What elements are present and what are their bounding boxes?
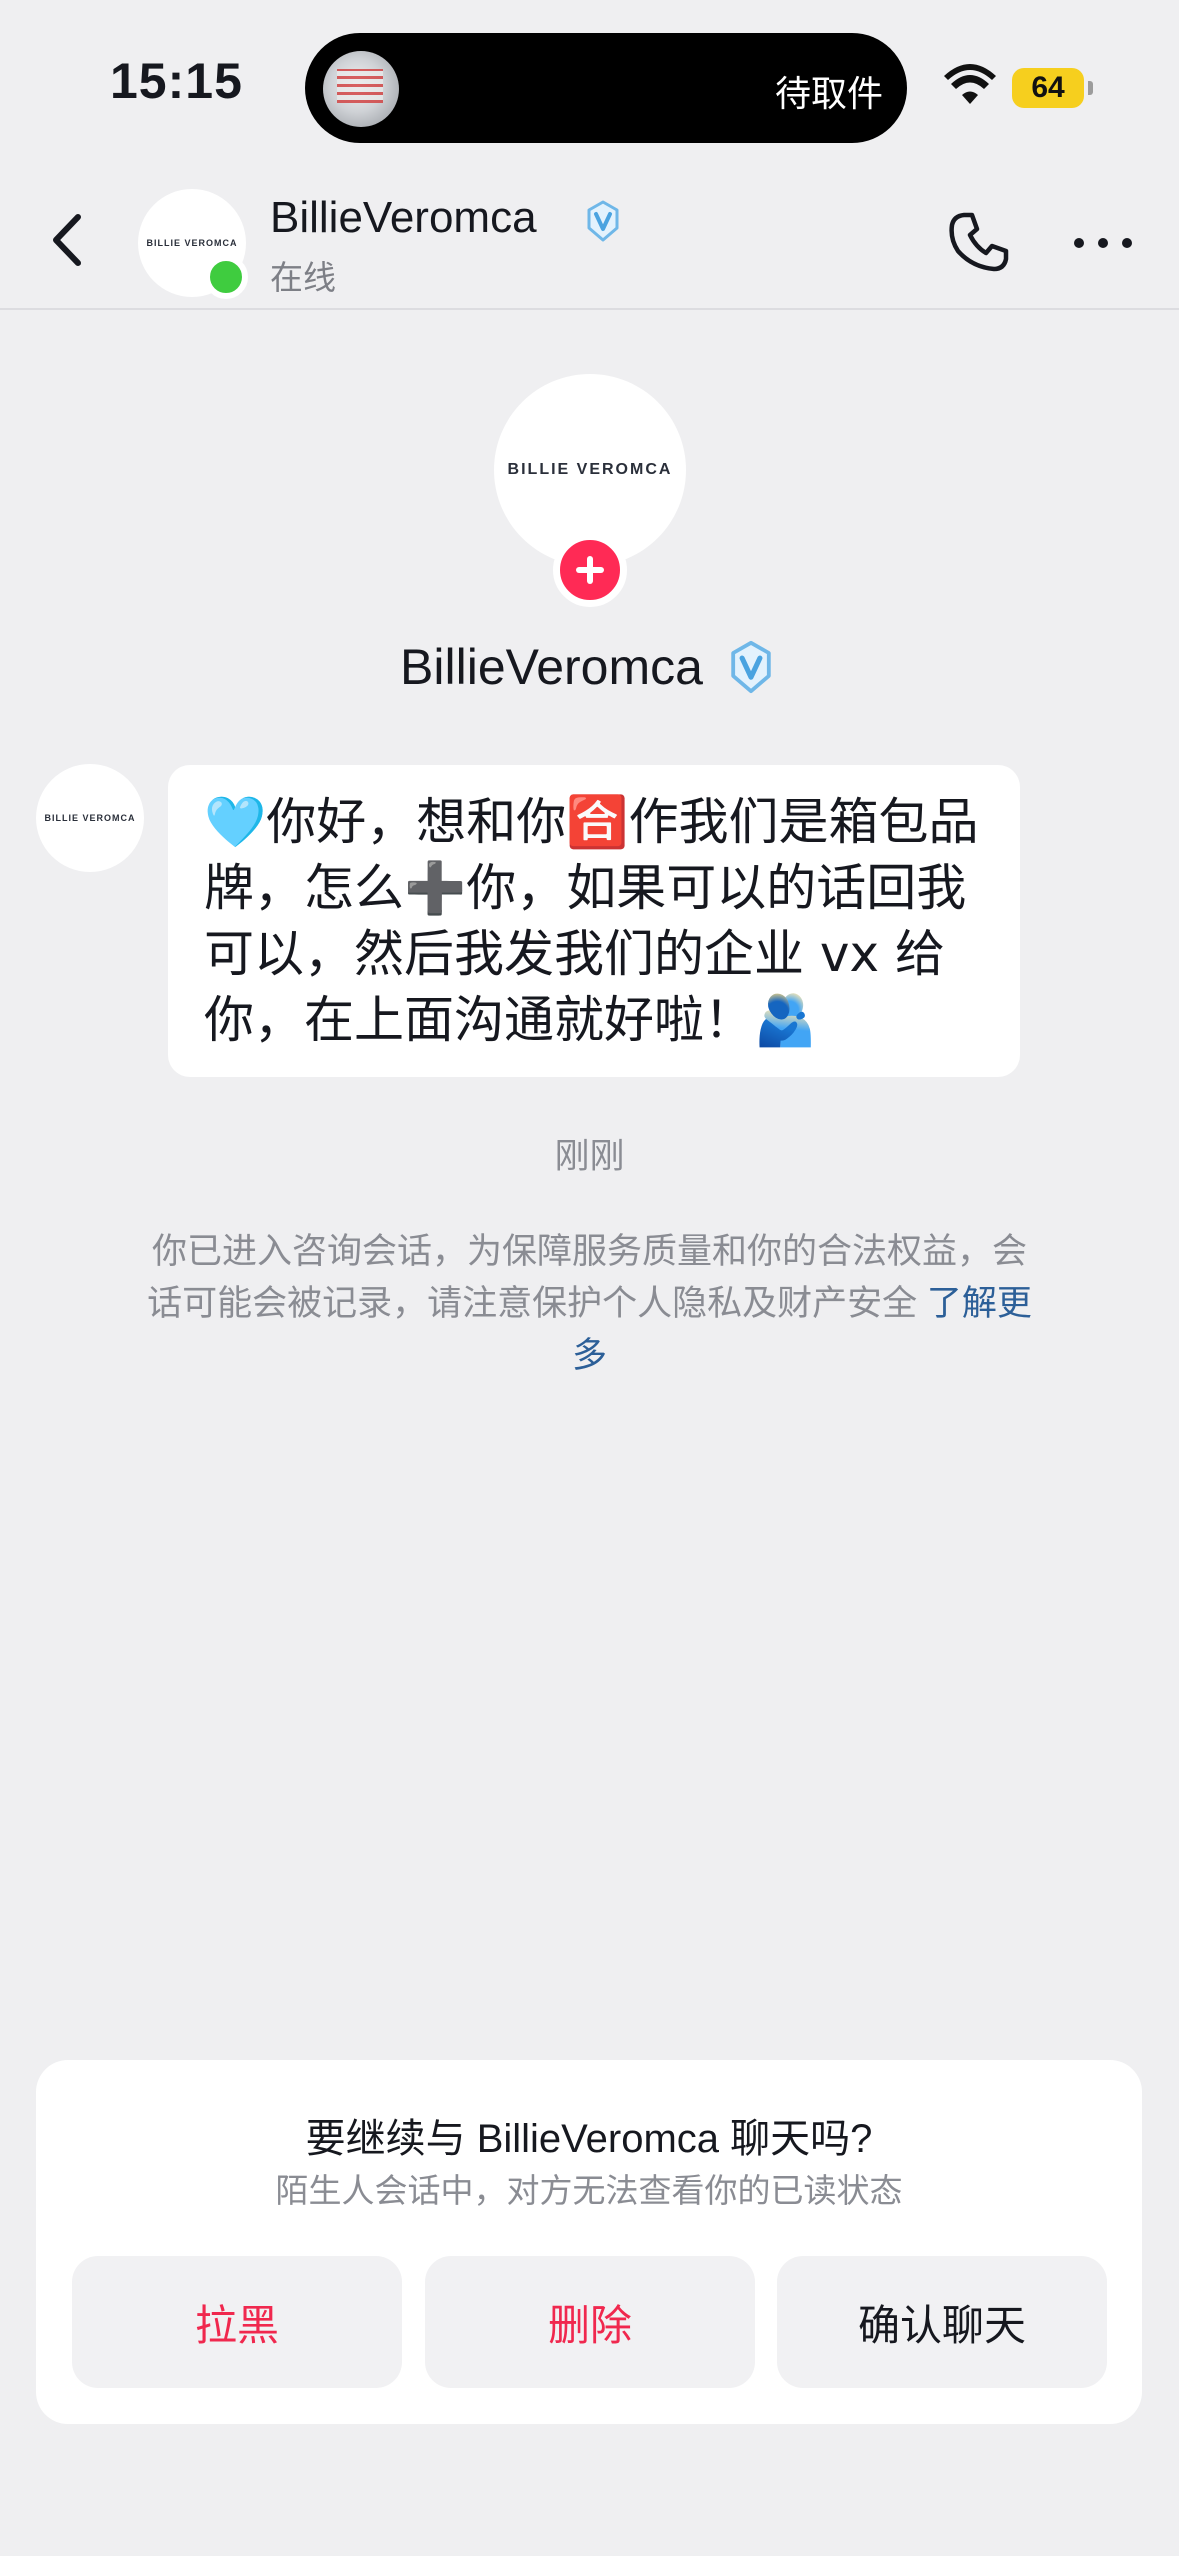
dynamic-island[interactable]: 待取件 [305,33,907,143]
contact-presence: 在线 [270,259,336,296]
wifi-icon [944,64,996,104]
privacy-notice-text: 你已进入咨询会话，为保障服务质量和你的合法权益，会话可能会被记录，请注意保护个人… [147,1232,1027,1323]
phone-icon[interactable] [944,207,1014,277]
profile-name: BillieVeromca [400,639,703,695]
block-button[interactable]: 拉黑 [72,2256,402,2388]
continue-chat-card: 要继续与 BillieVeromca 聊天吗? 陌生人会话中，对方无法查看你的已… [36,2060,1142,2424]
profile-name-row: BillieVeromca [0,638,1179,696]
card-title: 要继续与 BillieVeromca 聊天吗? [305,2117,873,2161]
live-activity-thumbnail [323,51,399,127]
live-activity-text: 待取件 [774,73,883,114]
confirm-chat-button[interactable]: 确认聊天 [777,2256,1107,2388]
message-bubble[interactable]: 🩵你好，想和你🈴作我们是箱包品牌，怎么➕你，如果可以的话回我可以，然后我发我们的… [168,765,1020,1077]
card-subtitle: 陌生人会话中，对方无法查看你的已读状态 [275,2172,903,2209]
back-icon[interactable] [40,205,100,275]
status-time: 15:15 [110,53,243,109]
verified-icon [731,640,771,694]
message-timestamp: 刚刚 [554,1137,625,1176]
chat-header: BILLIE VEROMCA BillieVeromca 在线 [0,175,1179,310]
message-sender-avatar[interactable]: BILLIE VEROMCA [36,764,144,872]
status-bar: 15:15 待取件 64 [0,0,1179,175]
more-icon[interactable] [1068,213,1138,273]
contact-name[interactable]: BillieVeromca [270,193,537,243]
delete-button[interactable]: 删除 [425,2256,755,2388]
battery-indicator: 64 [1012,68,1093,108]
verified-icon [587,200,619,242]
online-status-dot [204,255,248,299]
add-friend-button[interactable] [553,533,627,607]
privacy-notice: 你已进入咨询会话，为保障服务质量和你的合法权益，会话可能会被记录，请注意保护个人… [140,1226,1039,1382]
